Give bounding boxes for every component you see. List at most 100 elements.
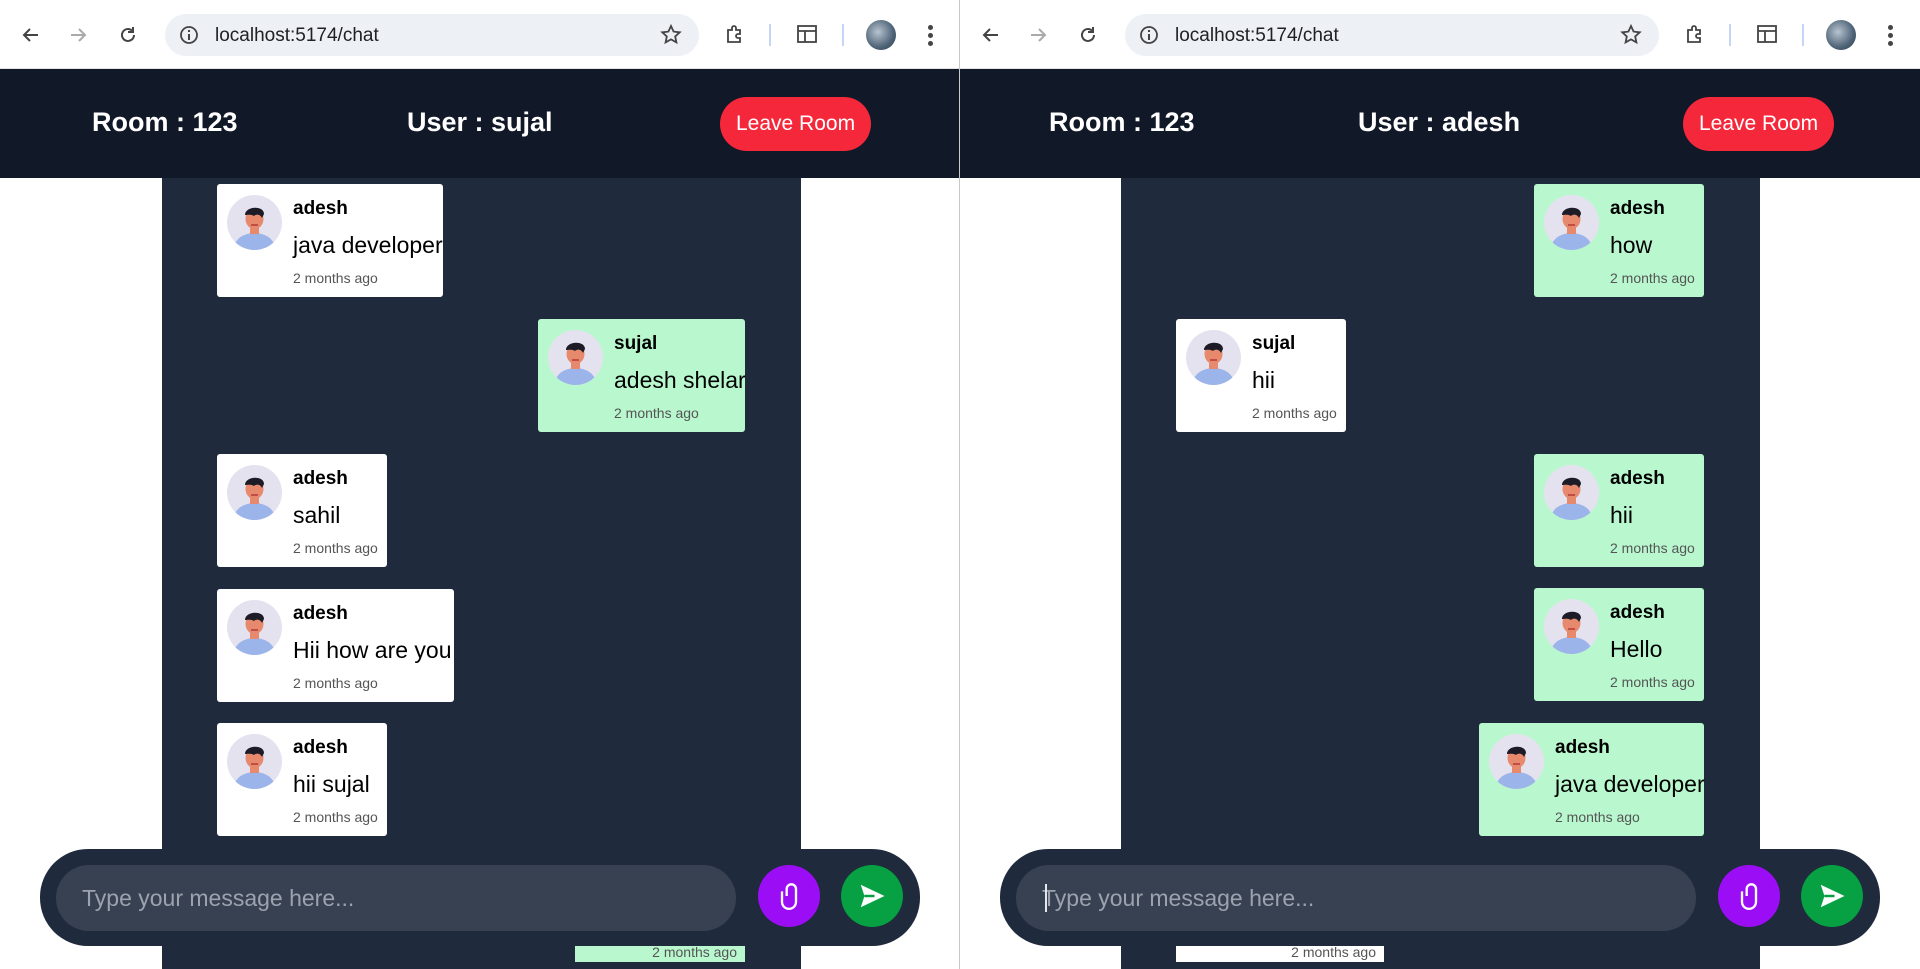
kebab-menu-icon[interactable]: [920, 20, 940, 50]
message-bubble: sujal hii 2 months ago: [1176, 319, 1346, 432]
user-avatar-icon: [1186, 330, 1241, 385]
reload-icon[interactable]: [1073, 20, 1103, 50]
reload-icon[interactable]: [113, 20, 143, 50]
info-icon[interactable]: [179, 25, 199, 45]
message-sender: adesh: [1610, 602, 1665, 623]
message-sender: adesh: [293, 603, 348, 624]
side-panel-icon[interactable]: [793, 20, 821, 48]
attach-button[interactable]: [758, 865, 820, 927]
room-label: Room : 123: [1049, 107, 1195, 137]
message-bubble: adesh Hii how are you 2 months ago: [217, 589, 454, 702]
back-arrow-icon[interactable]: [976, 20, 1006, 50]
attach-button[interactable]: [1718, 865, 1780, 927]
message-time: 2 months ago: [1252, 405, 1337, 421]
chat-header: Room : 123 User : sujal Leave Room: [0, 69, 959, 178]
message-time: 2 months ago: [1610, 674, 1695, 690]
message-text: java developer: [293, 232, 443, 258]
url-text[interactable]: localhost:5174/chat: [215, 25, 379, 47]
message-text: sahil: [293, 502, 341, 528]
message-time: 2 months ago: [614, 405, 699, 421]
forward-arrow-icon[interactable]: [1023, 20, 1053, 50]
message-time: 2 months ago: [1610, 270, 1695, 286]
address-bar[interactable]: localhost:5174/chat: [165, 14, 699, 56]
message-text: hii: [1610, 502, 1634, 528]
user-avatar-icon: [1544, 599, 1599, 654]
info-icon[interactable]: [1139, 25, 1159, 45]
star-icon[interactable]: [1619, 23, 1643, 47]
message-text: hii: [1252, 367, 1276, 393]
send-button[interactable]: [1801, 865, 1863, 927]
paperclip-icon: [780, 883, 798, 910]
message-bubble-own: adesh how 2 months ago: [1534, 184, 1704, 297]
browser-window-right: localhost:5174/chat Room : 123 User : ad…: [960, 0, 1920, 969]
user-label: User : adesh: [1358, 107, 1521, 137]
browser-toolbar: localhost:5174/chat: [0, 0, 959, 69]
browser-toolbar: localhost:5174/chat: [960, 0, 1920, 69]
puzzle-icon[interactable]: [1681, 20, 1709, 48]
message-composer: [1000, 849, 1880, 946]
side-panel-icon[interactable]: [1753, 20, 1781, 48]
message-bubble: adesh sahil 2 months ago: [217, 454, 387, 567]
send-button[interactable]: [841, 865, 903, 927]
message-time: 2 months ago: [1555, 809, 1640, 825]
message-text: Hello: [1610, 636, 1663, 662]
user-avatar-icon: [1489, 734, 1544, 789]
message-text: how: [1610, 232, 1653, 258]
profile-avatar-icon[interactable]: [1826, 20, 1856, 50]
leave-room-button[interactable]: Leave Room: [720, 97, 872, 151]
message-input[interactable]: [56, 865, 736, 931]
message-time: 2 months ago: [293, 270, 378, 286]
split-screen: localhost:5174/chat Room : 123 User : su…: [0, 0, 1920, 969]
message-sender: sujal: [614, 333, 658, 354]
message-sender: adesh: [293, 737, 348, 758]
message-text: adesh shelar: [614, 367, 746, 393]
room-label: Room : 123: [92, 107, 238, 137]
user-avatar-icon: [548, 330, 603, 385]
puzzle-icon[interactable]: [721, 20, 749, 48]
message-text: java developer: [1555, 771, 1705, 797]
toolbar-divider: [769, 24, 771, 46]
message-bubble: adesh java developer 2 months ago: [217, 184, 443, 297]
message-sender: adesh: [293, 198, 348, 219]
send-icon: [1820, 884, 1845, 908]
message-time: 2 months ago: [293, 675, 378, 691]
message-time: 2 months ago: [293, 809, 378, 825]
message-sender: adesh: [1610, 198, 1665, 219]
message-composer: [40, 849, 920, 946]
message-sender: adesh: [1555, 737, 1610, 758]
user-label: User : sujal: [407, 107, 553, 137]
message-time: 2 months ago: [293, 540, 378, 556]
message-bubble-own: adesh java developer 2 months ago: [1479, 723, 1705, 836]
message-bubble-own: sujal adesh shelar 2 months ago: [538, 319, 746, 432]
toolbar-divider: [1729, 24, 1731, 46]
user-avatar-icon: [227, 195, 282, 250]
message-bubble: adesh hii sujal 2 months ago: [217, 723, 387, 836]
message-sender: adesh: [293, 468, 348, 489]
kebab-menu-icon[interactable]: [1880, 20, 1900, 50]
message-bubble-own: adesh hii 2 months ago: [1534, 454, 1704, 567]
message-sender: sujal: [1252, 333, 1296, 354]
profile-avatar-icon[interactable]: [866, 20, 896, 50]
toolbar-divider: [1802, 24, 1804, 46]
user-avatar-icon: [227, 600, 282, 655]
message-sender: adesh: [1610, 468, 1665, 489]
star-icon[interactable]: [659, 23, 683, 47]
message-time: 2 months ago: [1610, 540, 1695, 556]
message-text: hii sujal: [293, 771, 370, 797]
user-avatar-icon: [1544, 195, 1599, 250]
user-avatar-icon: [227, 465, 282, 520]
address-bar[interactable]: localhost:5174/chat: [1125, 14, 1659, 56]
message-input[interactable]: [1016, 865, 1696, 931]
forward-arrow-icon[interactable]: [63, 20, 93, 50]
user-avatar-icon: [227, 734, 282, 789]
back-arrow-icon[interactable]: [16, 20, 46, 50]
leave-room-button[interactable]: Leave Room: [1683, 97, 1835, 151]
message-bubble-own: adesh Hello 2 months ago: [1534, 588, 1704, 701]
chat-header: Room : 123 User : adesh Leave Room: [960, 69, 1920, 178]
browser-window-left: localhost:5174/chat Room : 123 User : su…: [0, 0, 960, 969]
user-avatar-icon: [1544, 465, 1599, 520]
url-text[interactable]: localhost:5174/chat: [1175, 25, 1339, 47]
text-cursor: [1045, 884, 1047, 912]
send-icon: [860, 884, 885, 908]
toolbar-divider: [842, 24, 844, 46]
